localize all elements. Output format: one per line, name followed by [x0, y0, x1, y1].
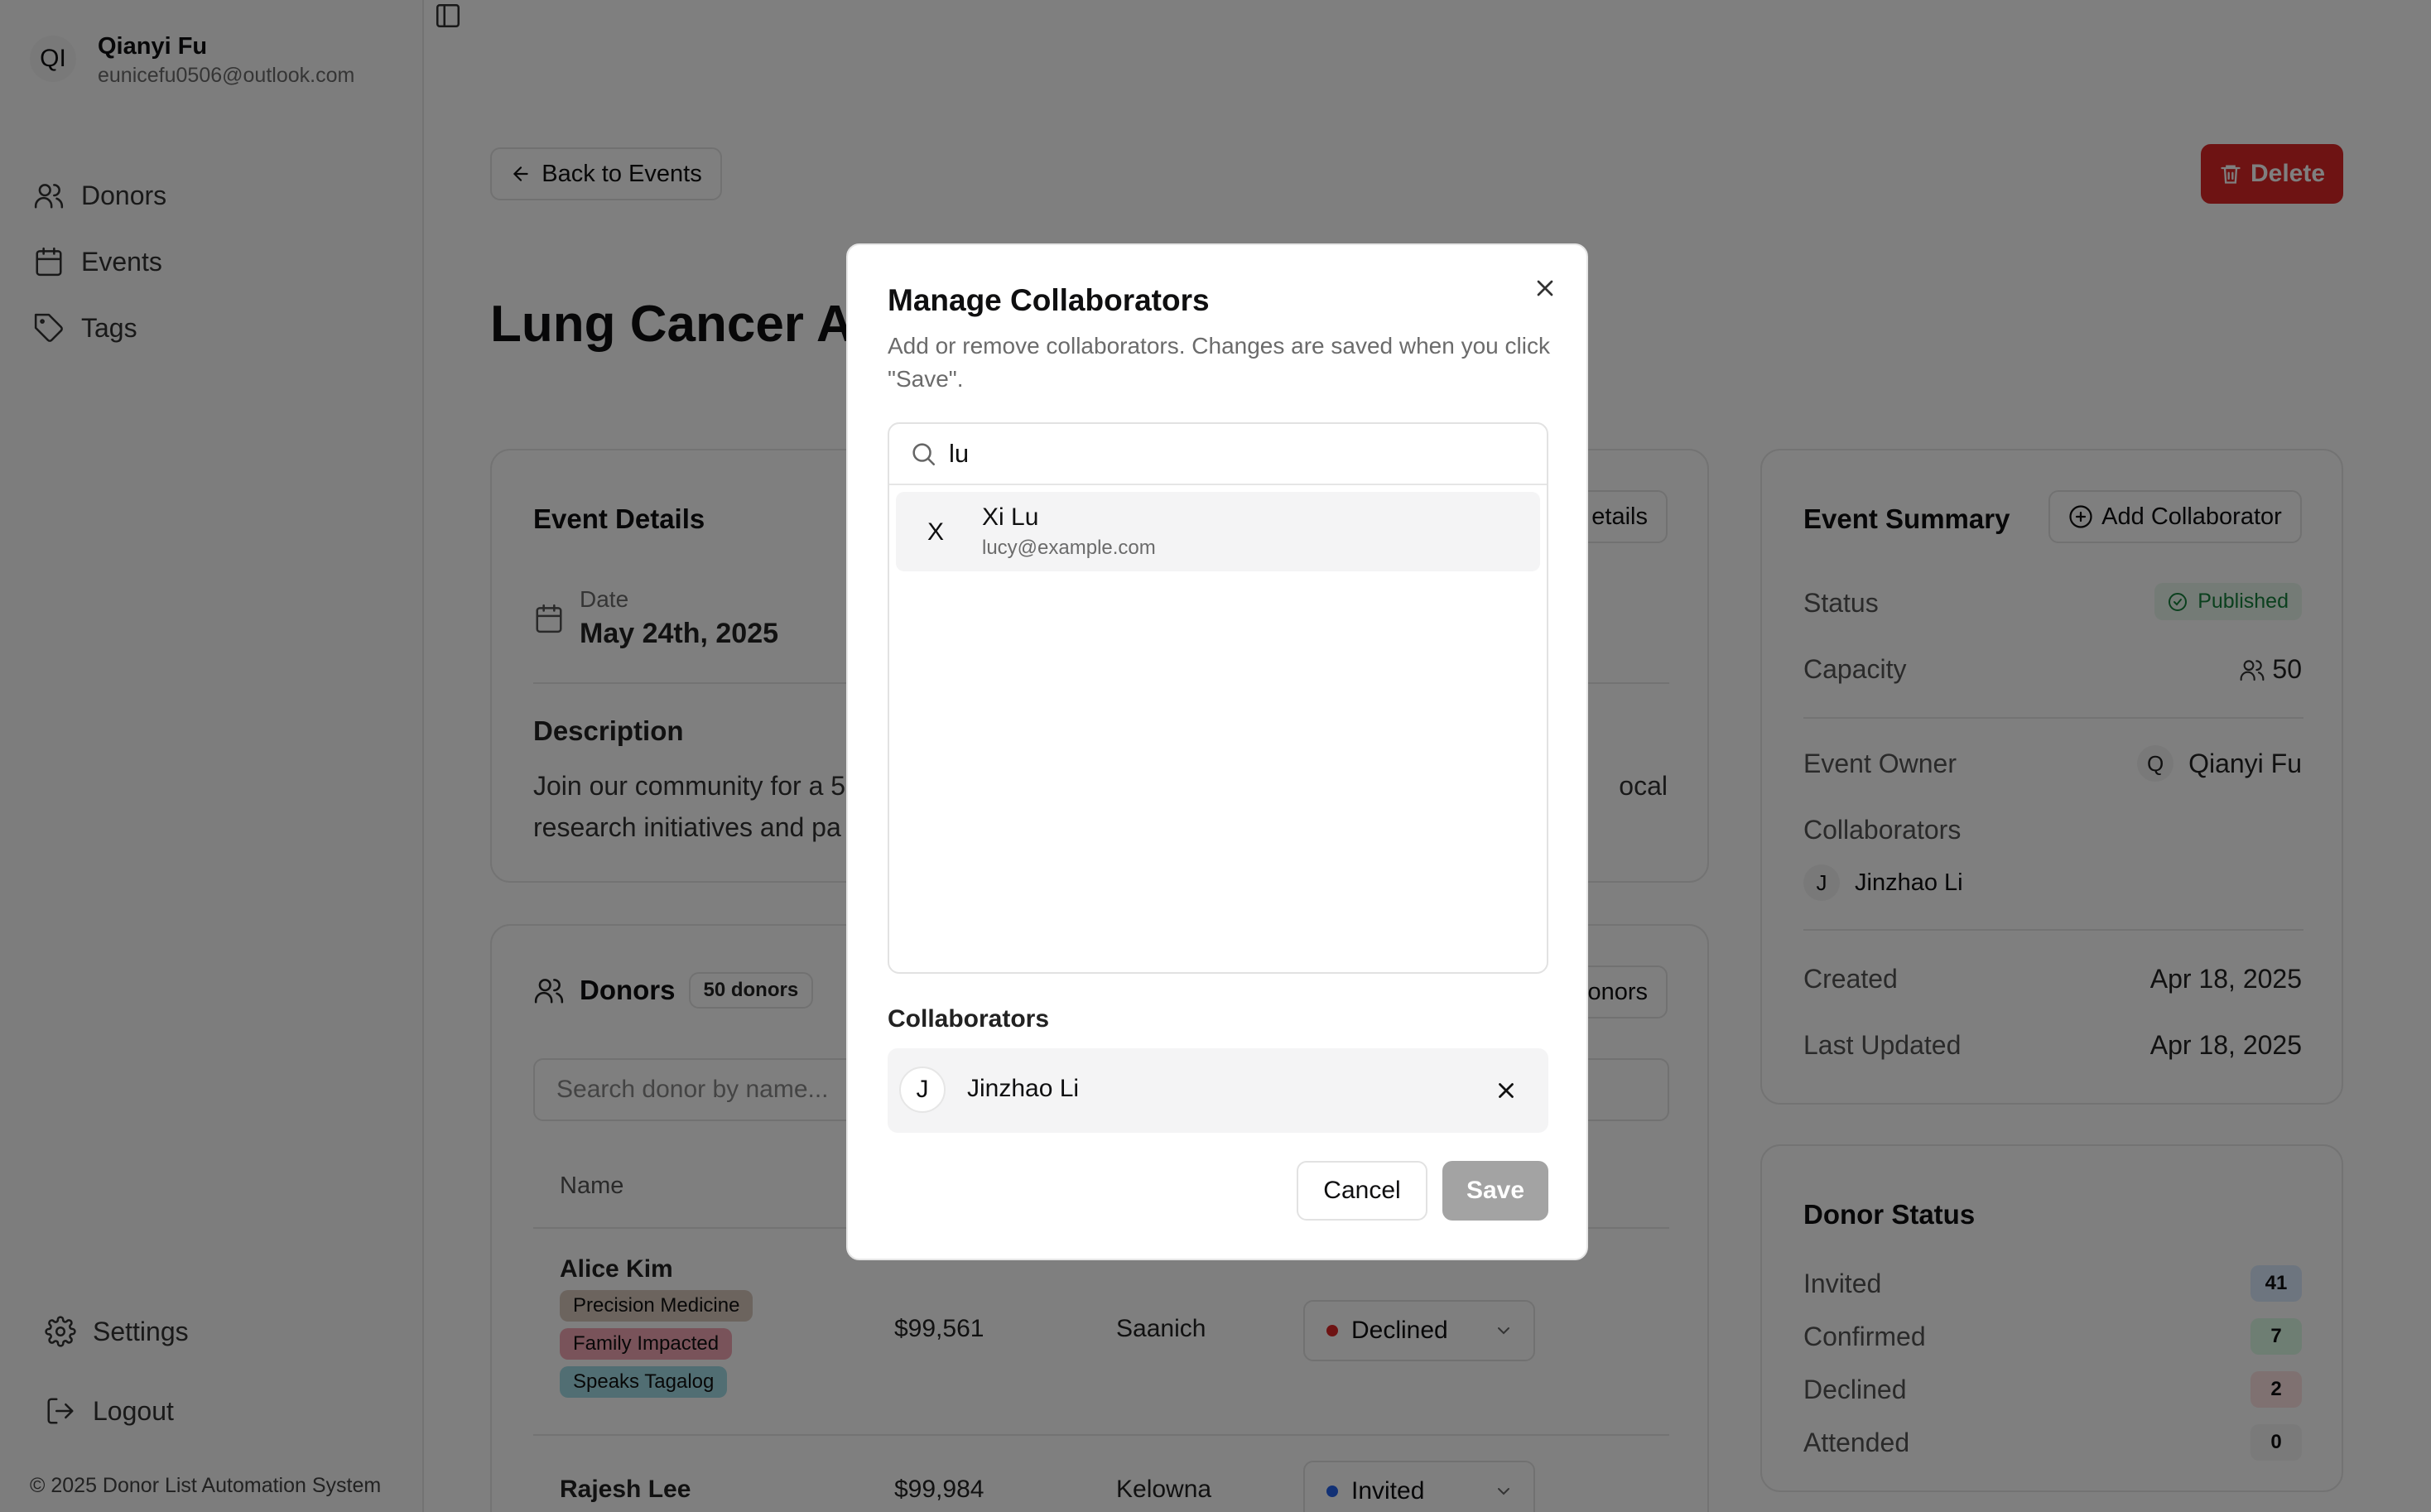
collaborator-name: Jinzhao Li — [967, 1075, 1080, 1102]
option-email: lucy@example.com — [982, 537, 1156, 559]
manage-collaborators-dialog: Manage Collaborators Add or remove colla… — [846, 243, 1588, 1260]
collaborators-section-label: Collaborators — [888, 1005, 1050, 1033]
remove-collaborator-icon[interactable] — [1494, 1078, 1519, 1103]
option-name: Xi Lu — [982, 503, 1039, 531]
cancel-button[interactable]: Cancel — [1297, 1161, 1427, 1221]
close-icon[interactable] — [1532, 275, 1558, 301]
option-initial: X — [927, 518, 945, 546]
search-input[interactable]: lu — [949, 439, 969, 469]
user-option[interactable]: X Xi Lu lucy@example.com — [896, 492, 1540, 571]
search-input-row[interactable]: lu — [889, 424, 1547, 485]
collaborator-search-combobox: lu X Xi Lu lucy@example.com — [888, 422, 1548, 974]
save-button[interactable]: Save — [1442, 1161, 1548, 1221]
avatar: J — [899, 1067, 946, 1113]
dialog-description: Add or remove collaborators. Changes are… — [888, 333, 1550, 392]
search-icon — [912, 443, 936, 466]
collaborator-item: J Jinzhao Li — [888, 1048, 1548, 1133]
dialog-title: Manage Collaborators — [888, 283, 1210, 317]
